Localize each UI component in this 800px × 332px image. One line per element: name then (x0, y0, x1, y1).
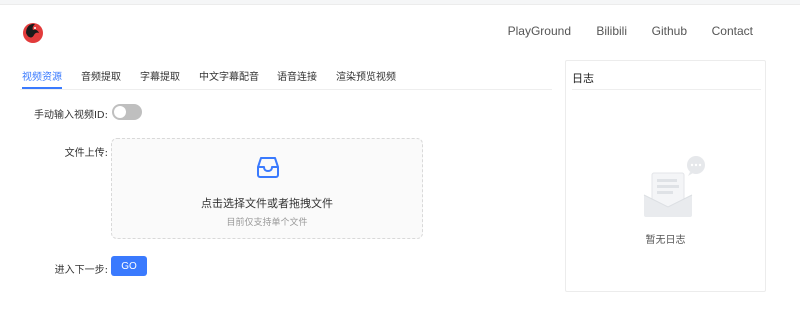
nav-github-link[interactable]: Github (652, 24, 687, 38)
top-border (0, 0, 800, 5)
upload-instruction: 点击选择文件或者拖拽文件 (201, 197, 333, 210)
log-panel: 日志 暂无日志 (565, 60, 766, 292)
switch-knob (114, 106, 126, 118)
tab-chinese-dubbing[interactable]: 中文字幕配音 (199, 68, 259, 83)
upload-label: 文件上传: (64, 148, 108, 159)
nav-playground-link[interactable]: PlayGround (508, 24, 571, 38)
active-tab-indicator (22, 87, 62, 89)
log-empty-text: 暂无日志 (645, 235, 686, 246)
next-step-label: 进入下一步: (54, 265, 108, 276)
tab-voice-connect[interactable]: 语音连接 (277, 68, 317, 83)
upload-hint: 目前仅支持单个文件 (226, 218, 308, 228)
manual-id-switch[interactable] (112, 104, 142, 120)
tab-bar: 视频资源 音频提取 字幕提取 中文字幕配音 语音连接 渲染预览视频 (20, 66, 552, 90)
inbox-icon (257, 157, 279, 178)
app-logo-icon[interactable] (22, 20, 44, 44)
tab-audio-extract[interactable]: 音频提取 (81, 68, 121, 83)
nav-contact-link[interactable]: Contact (712, 24, 753, 38)
tab-video-resource[interactable]: 视频资源 (22, 68, 62, 83)
empty-inbox-icon (643, 156, 705, 217)
go-button[interactable]: GO (111, 256, 147, 276)
nav-bilibili-link[interactable]: Bilibili (596, 24, 627, 38)
file-upload-dropzone[interactable]: 点击选择文件或者拖拽文件 目前仅支持单个文件 (111, 138, 423, 239)
tab-render-preview[interactable]: 渲染预览视频 (336, 68, 396, 83)
manual-id-label: 手动输入视频ID: (33, 110, 108, 121)
tab-subtitle-extract[interactable]: 字幕提取 (140, 68, 180, 83)
log-title: 日志 (572, 72, 594, 85)
log-divider (572, 89, 761, 90)
